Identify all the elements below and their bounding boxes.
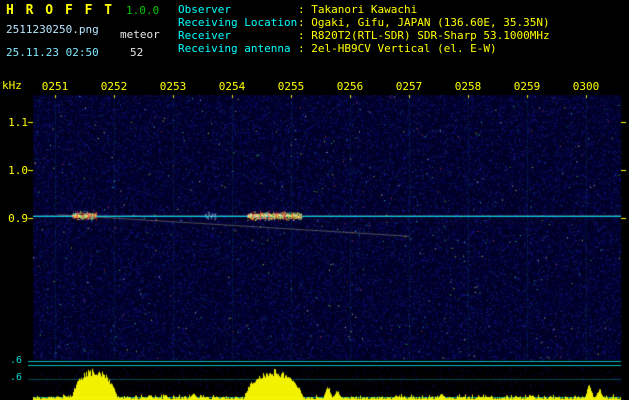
info-value: : R820T2(RTL-SDR) SDR-Sharp 53.1000MHz	[298, 29, 550, 42]
datetime: 25.11.23 02:50	[6, 46, 99, 59]
spectrogram-canvas	[0, 78, 629, 400]
info-value: : 2el-HB9CV Vertical (el. E-W)	[298, 42, 497, 55]
app-version: 1.0.0	[126, 4, 160, 17]
info-label: Receiver	[178, 29, 231, 42]
echo-count: 52	[130, 46, 144, 59]
info-value: : Ogaki, Gifu, JAPAN (136.60E, 35.35N)	[298, 16, 550, 29]
hrofft-screen: H R O F F T 1.0.0 2511230250.png meteor …	[0, 0, 629, 400]
filename: 2511230250.png	[6, 23, 99, 36]
info-row-receiver: Receiver : R820T2(RTL-SDR) SDR-Sharp 53.1…	[178, 29, 550, 42]
mode-label: meteor	[120, 28, 160, 41]
info-row-antenna: Receiving antenna : 2el-HB9CV Vertical (e…	[178, 42, 550, 55]
info-row-location: Receiving Location: Ogaki, Gifu, JAPAN (…	[178, 16, 550, 29]
info-label: Receiving Location	[178, 16, 298, 29]
header: H R O F F T 1.0.0 2511230250.png meteor …	[0, 0, 629, 78]
info-row-observer: Observer : Takanori Kawachi	[178, 3, 550, 16]
app-title: H R O F F T	[6, 3, 115, 18]
info-label: Receiving antenna	[178, 42, 291, 55]
info-table: Observer : Takanori Kawachi Receiving Loc…	[178, 3, 550, 55]
info-label: Observer	[178, 3, 231, 16]
info-value: : Takanori Kawachi	[298, 3, 418, 16]
